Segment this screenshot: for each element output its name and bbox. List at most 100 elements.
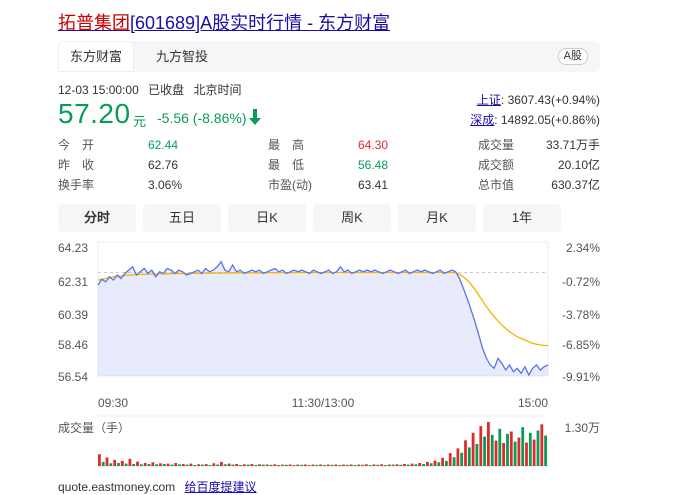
stat-low: 56.48 xyxy=(358,158,389,172)
volume-bar xyxy=(326,464,330,466)
volume-bar xyxy=(445,460,448,466)
stock-name: 拓普集团 xyxy=(58,13,130,33)
volume-bar xyxy=(143,463,147,466)
stat-label-volume: 成交量 xyxy=(478,138,515,152)
volume-bar xyxy=(250,464,254,466)
quote-status: 已收盘 xyxy=(148,83,185,97)
volume-bar xyxy=(105,457,109,466)
volume-bar xyxy=(120,460,124,466)
volume-bar xyxy=(162,464,166,466)
volume-bar xyxy=(151,462,155,466)
volume-bar xyxy=(273,464,277,466)
volume-bar xyxy=(185,464,189,466)
stat-label-pe: 市盈(动) xyxy=(268,178,312,192)
volume-bar xyxy=(502,443,505,466)
tab-five-day[interactable]: 五日 xyxy=(143,204,221,232)
tab-intraday[interactable]: 分时 xyxy=(58,204,136,232)
volume-bar xyxy=(540,424,544,466)
volume-bar xyxy=(201,464,204,466)
volume-bar xyxy=(433,460,437,466)
intraday-chart: 64.23 62.31 60.39 58.46 56.54 2.34% -0.7… xyxy=(58,241,600,467)
volume-bar xyxy=(235,464,239,466)
y-left-tick: 56.54 xyxy=(58,370,88,384)
footer: quote.eastmoney.com 给百度提建议 xyxy=(58,478,257,495)
volume-label: 成交量（手） xyxy=(58,420,130,435)
price-area xyxy=(98,261,548,376)
volume-bar xyxy=(277,465,280,466)
volume-bar xyxy=(147,464,151,466)
volume-bar xyxy=(334,464,338,466)
volume-bar xyxy=(101,461,105,466)
volume-bar xyxy=(231,464,235,466)
volume-bar xyxy=(315,464,319,466)
index-shanghai-value: : 3607.43(+0.94%) xyxy=(500,93,600,107)
volume-bar xyxy=(132,464,136,466)
y-left-tick: 62.31 xyxy=(58,275,88,289)
volume-bar xyxy=(353,465,357,466)
volume-bar xyxy=(384,465,387,466)
volume-bar xyxy=(376,464,380,466)
volume-bar xyxy=(387,464,391,466)
volume-bar xyxy=(139,464,143,466)
y-left-tick: 64.23 xyxy=(58,241,88,255)
volume-bar xyxy=(345,464,349,466)
volume-bar xyxy=(437,462,441,466)
y-right-tick: -3.78% xyxy=(562,308,600,322)
page-title-link[interactable]: 拓普集团[601689]A股实时行情 - 东方财富 xyxy=(58,9,390,35)
volume-bar xyxy=(525,442,528,466)
volume-bar xyxy=(170,464,174,466)
tab-weekly-k[interactable]: 周K xyxy=(313,204,391,232)
y-right-ticks: 2.34% -0.72% -3.78% -6.85% -9.91% xyxy=(562,241,600,384)
tab-one-year[interactable]: 1年 xyxy=(483,204,561,232)
stat-market-cap: 630.37亿 xyxy=(551,178,600,192)
stat-prev-close: 62.76 xyxy=(148,158,179,172)
feedback-link[interactable]: 给百度提建议 xyxy=(185,480,257,494)
volume-bar xyxy=(159,463,162,466)
volume-bar xyxy=(536,430,540,466)
volume-bar xyxy=(410,463,414,466)
arrow-down-icon xyxy=(249,109,261,125)
stat-label-turnover: 换手率 xyxy=(58,178,95,192)
volume-bar xyxy=(323,465,326,466)
index-shenzhen-link[interactable]: 深成 xyxy=(470,113,494,127)
volume-bar xyxy=(414,464,418,466)
volume-bar xyxy=(258,464,261,466)
footer-domain: quote.eastmoney.com xyxy=(58,480,176,494)
volume-bar xyxy=(528,432,532,466)
tab-daily-k[interactable]: 日K xyxy=(228,204,306,232)
volume-bar xyxy=(300,464,303,466)
stat-label-high: 最 高 xyxy=(268,138,305,152)
volume-bar xyxy=(288,464,292,466)
volume-bar xyxy=(189,463,193,466)
tab-eastmoney[interactable]: 东方财富 xyxy=(58,41,134,72)
index-shanghai-link[interactable]: 上证 xyxy=(477,93,501,107)
volume-bar xyxy=(544,435,547,466)
tab-monthly-k[interactable]: 月K xyxy=(398,204,476,232)
volume-bar xyxy=(479,426,483,466)
volume-bar xyxy=(281,464,284,466)
volume-bar xyxy=(464,440,467,466)
stats-col3-labels: 成交量 成交额 总市值 xyxy=(478,135,514,195)
volume-bar xyxy=(262,464,265,466)
volume-max-label: 1.30万 xyxy=(565,421,600,435)
tab-jiufang[interactable]: 九方智投 xyxy=(146,41,218,72)
y-left-tick: 60.39 xyxy=(58,308,88,322)
volume-bar xyxy=(117,463,120,466)
volume-bar xyxy=(399,464,403,466)
volume-bar xyxy=(483,436,486,466)
price-change: -5.56 (-8.86%) xyxy=(157,110,247,126)
volume-bar xyxy=(223,464,227,466)
volume-bar xyxy=(113,459,117,466)
stat-label-open: 今 开 xyxy=(58,138,95,152)
volume-bar xyxy=(429,463,433,466)
volume-bar xyxy=(368,465,372,466)
volume-bar xyxy=(338,465,342,466)
volume-bar xyxy=(506,433,509,466)
volume-bar xyxy=(296,464,300,466)
volume-bar xyxy=(487,422,490,466)
volume-bar xyxy=(380,464,383,466)
volume-bar xyxy=(303,464,307,466)
volume-bar xyxy=(418,463,422,466)
volume-bar xyxy=(265,464,269,466)
volume-bar xyxy=(136,461,139,466)
